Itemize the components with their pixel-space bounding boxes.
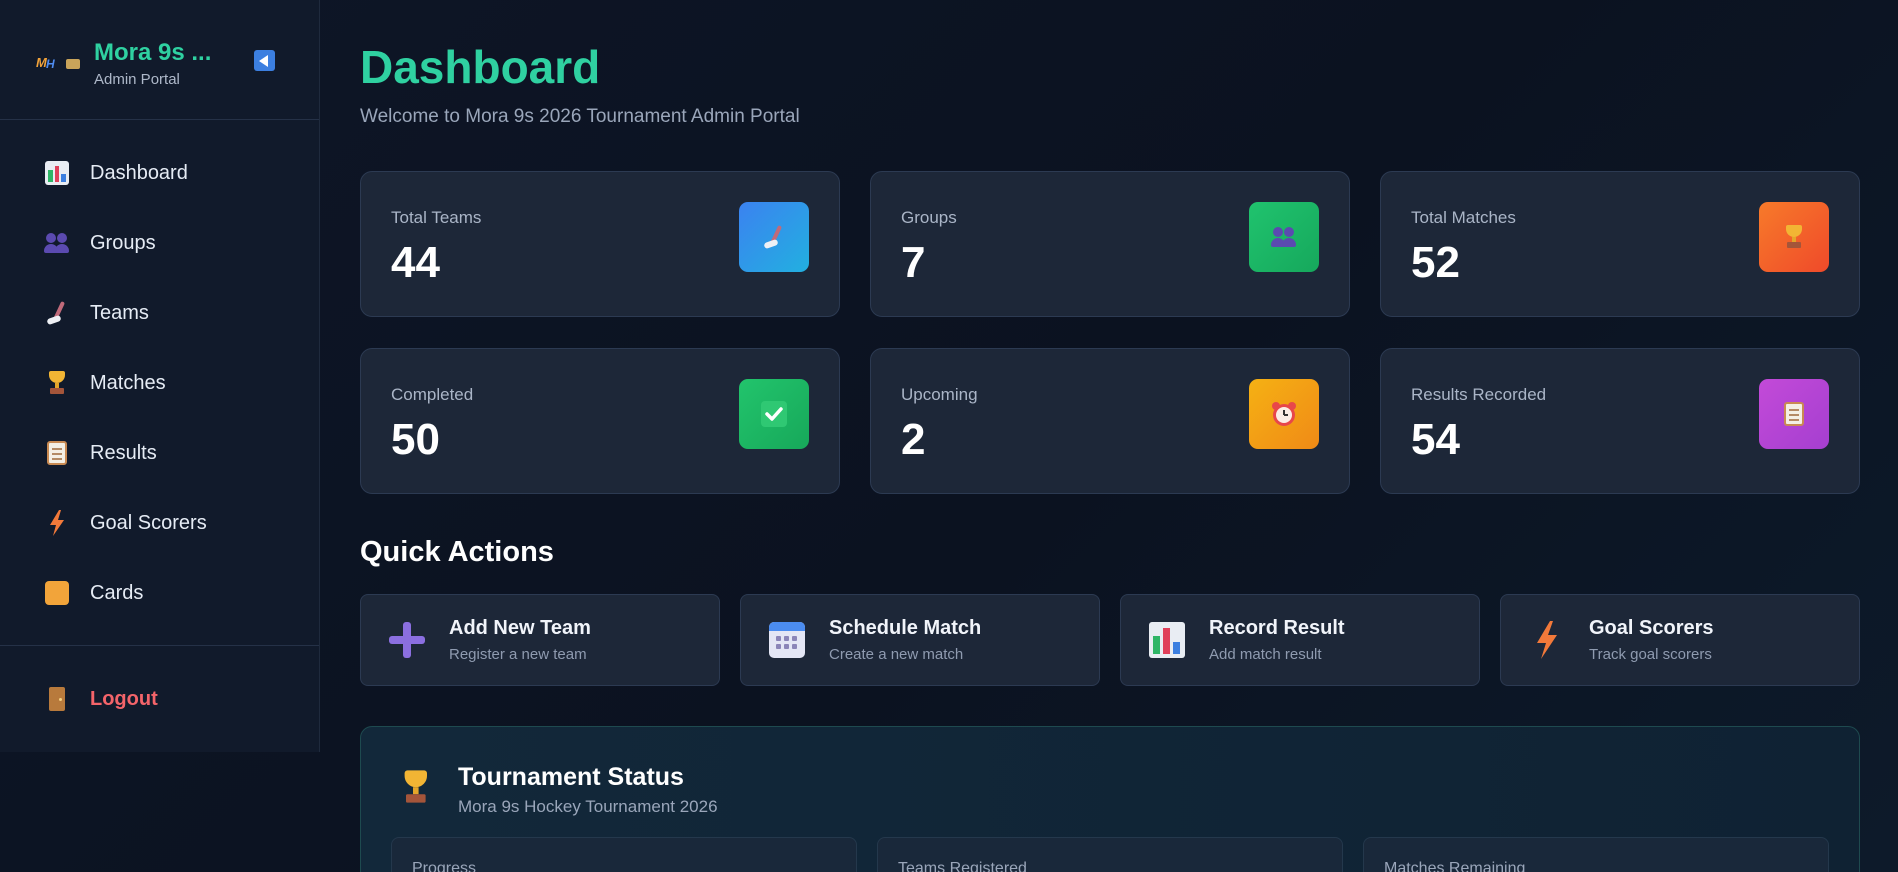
sidebar-item-dashboard[interactable]: Dashboard xyxy=(0,138,319,208)
stat-card-completed: Completed 50 xyxy=(360,348,840,494)
door-icon xyxy=(44,686,70,712)
tournament-status-title: Tournament Status xyxy=(458,763,684,791)
sidebar-item-label: Goal Scorers xyxy=(90,511,207,534)
quick-action-desc: Register a new team xyxy=(449,646,587,663)
lightning-icon xyxy=(1527,620,1567,660)
brand-subtitle: Admin Portal xyxy=(94,70,180,88)
quick-action-desc: Create a new match xyxy=(829,646,964,663)
sidebar-item-label: Matches xyxy=(90,371,166,394)
main-content: Dashboard Welcome to Mora 9s 2026 Tourna… xyxy=(360,0,1860,872)
schedule-match-button[interactable]: Schedule Match Create a new match xyxy=(740,594,1100,686)
stat-value: 7 xyxy=(901,238,926,287)
stat-label: Completed xyxy=(391,385,474,404)
teams-registered-card: Teams Registered xyxy=(877,837,1343,872)
trophy-icon xyxy=(399,769,435,809)
stat-value: 52 xyxy=(1411,238,1460,287)
sidebar-nav: Dashboard Groups Teams Matches Results G… xyxy=(0,138,319,628)
sidebar-item-label: Groups xyxy=(90,231,156,254)
teams-registered-label: Teams Registered xyxy=(898,860,1027,872)
brand-logo: MH xyxy=(32,51,80,75)
collapse-sidebar-button[interactable] xyxy=(254,50,275,71)
logout-label: Logout xyxy=(90,687,158,710)
sidebar-item-teams[interactable]: Teams xyxy=(0,278,319,348)
matches-remaining-card: Matches Remaining xyxy=(1363,837,1829,872)
quick-action-title: Add New Team xyxy=(449,617,591,639)
logout-button[interactable]: Logout xyxy=(0,664,319,734)
quick-action-title: Goal Scorers xyxy=(1589,617,1714,639)
quick-action-desc: Track goal scorers xyxy=(1589,646,1712,663)
card-icon xyxy=(44,580,70,606)
hockey-stick-icon xyxy=(739,202,809,272)
stat-value: 54 xyxy=(1411,415,1460,464)
stat-label: Upcoming xyxy=(901,385,978,404)
sidebar-item-matches[interactable]: Matches xyxy=(0,348,319,418)
sidebar-item-label: Results xyxy=(90,441,157,464)
brand: MH Mora 9s ... Admin Portal xyxy=(32,36,211,90)
stat-value: 50 xyxy=(391,415,440,464)
sidebar-item-results[interactable]: Results xyxy=(0,418,319,488)
stat-card-total-teams: Total Teams 44 xyxy=(360,171,840,317)
stat-label: Total Teams xyxy=(391,208,482,227)
sidebar-item-label: Cards xyxy=(90,581,144,604)
people-icon xyxy=(44,230,70,256)
sidebar-item-groups[interactable]: Groups xyxy=(0,208,319,278)
tournament-status-subtitle: Mora 9s Hockey Tournament 2026 xyxy=(458,797,718,816)
stat-label: Groups xyxy=(901,208,957,227)
page-title: Dashboard xyxy=(360,41,601,93)
stat-value: 2 xyxy=(901,415,926,464)
clipboard-icon xyxy=(1759,379,1829,449)
sidebar-item-goal-scorers[interactable]: Goal Scorers xyxy=(0,488,319,558)
page-subtitle: Welcome to Mora 9s 2026 Tournament Admin… xyxy=(360,106,800,127)
add-new-team-button[interactable]: Add New Team Register a new team xyxy=(360,594,720,686)
matches-remaining-label: Matches Remaining xyxy=(1384,860,1526,872)
bar-chart-icon xyxy=(44,160,70,186)
quick-action-title: Record Result xyxy=(1209,617,1345,639)
record-result-button[interactable]: Record Result Add match result xyxy=(1120,594,1480,686)
progress-card: Progress xyxy=(391,837,857,872)
goal-scorers-button[interactable]: Goal Scorers Track goal scorers xyxy=(1500,594,1860,686)
progress-label: Progress xyxy=(412,860,477,872)
alarm-clock-icon xyxy=(1249,379,1319,449)
plus-icon xyxy=(387,620,427,660)
people-icon xyxy=(1249,202,1319,272)
quick-action-title: Schedule Match xyxy=(829,617,982,639)
stat-card-groups: Groups 7 xyxy=(870,171,1350,317)
stat-card-results-recorded: Results Recorded 54 xyxy=(1380,348,1860,494)
sidebar-item-label: Dashboard xyxy=(90,161,188,184)
stat-label: Total Matches xyxy=(1411,208,1516,227)
hockey-stick-icon xyxy=(44,300,70,326)
stat-card-upcoming: Upcoming 2 xyxy=(870,348,1350,494)
trophy-icon xyxy=(1759,202,1829,272)
app-root: MH Mora 9s ... Admin Portal Dashboard Gr… xyxy=(0,0,1898,872)
calendar-icon xyxy=(767,620,807,660)
bar-chart-icon xyxy=(1147,620,1187,660)
lightning-icon xyxy=(44,510,70,536)
clipboard-icon xyxy=(44,440,70,466)
checkmark-icon xyxy=(739,379,809,449)
sidebar: MH Mora 9s ... Admin Portal Dashboard Gr… xyxy=(0,0,320,752)
brand-title: Mora 9s ... xyxy=(94,38,212,66)
trophy-icon xyxy=(44,370,70,396)
tournament-status-panel: Tournament Status Mora 9s Hockey Tournam… xyxy=(360,726,1860,872)
sidebar-item-cards[interactable]: Cards xyxy=(0,558,319,628)
sidebar-divider xyxy=(0,119,319,120)
stat-card-total-matches: Total Matches 52 xyxy=(1380,171,1860,317)
sidebar-divider xyxy=(0,645,319,646)
stat-label: Results Recorded xyxy=(1411,385,1547,404)
quick-actions-title: Quick Actions xyxy=(360,536,554,568)
quick-action-desc: Add match result xyxy=(1209,646,1322,663)
stat-value: 44 xyxy=(391,238,440,287)
sidebar-item-label: Teams xyxy=(90,301,149,324)
